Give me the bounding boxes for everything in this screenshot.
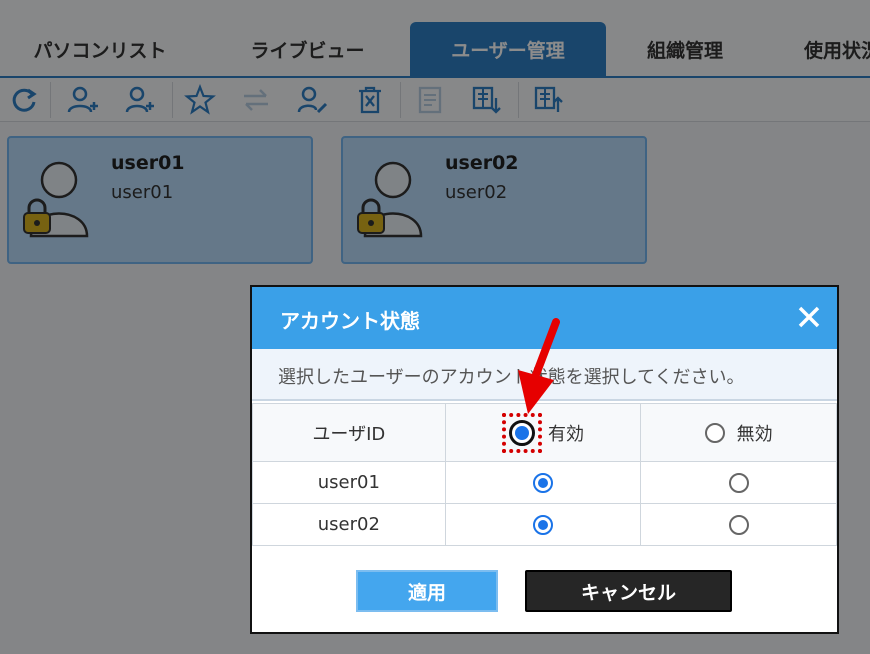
disabled-radio[interactable] bbox=[728, 473, 749, 493]
row-user-id: user02 bbox=[252, 503, 446, 546]
cancel-button[interactable]: キャンセル bbox=[525, 570, 732, 612]
row-enabled-cell bbox=[444, 461, 642, 504]
disabled-radio[interactable] bbox=[728, 515, 749, 535]
column-header-user-id: ユーザID bbox=[252, 403, 446, 462]
account-status-table: ユーザID 有効 無効 user01 user02 bbox=[252, 403, 837, 546]
highlight-box bbox=[502, 412, 543, 453]
disabled-label: 無効 bbox=[736, 423, 773, 445]
row-disabled-cell bbox=[640, 503, 837, 546]
row-user-id: user01 bbox=[252, 461, 446, 504]
row-disabled-cell bbox=[640, 461, 837, 504]
close-icon[interactable] bbox=[793, 301, 825, 333]
row-enabled-cell bbox=[444, 503, 642, 546]
enabled-radio[interactable] bbox=[533, 473, 554, 493]
table-row: user01 bbox=[252, 461, 837, 504]
annotation-arrow-icon bbox=[518, 318, 560, 414]
enabled-label: 有効 bbox=[548, 423, 585, 445]
dialog-title: アカウント状態 bbox=[280, 309, 420, 333]
column-header-disabled[interactable]: 無効 bbox=[640, 403, 837, 462]
table-row: user02 bbox=[252, 503, 837, 546]
select-all-disabled-radio[interactable] bbox=[704, 422, 725, 443]
enabled-radio[interactable] bbox=[533, 515, 554, 535]
apply-button[interactable]: 適用 bbox=[356, 570, 498, 612]
select-all-enabled-radio[interactable] bbox=[509, 419, 536, 446]
